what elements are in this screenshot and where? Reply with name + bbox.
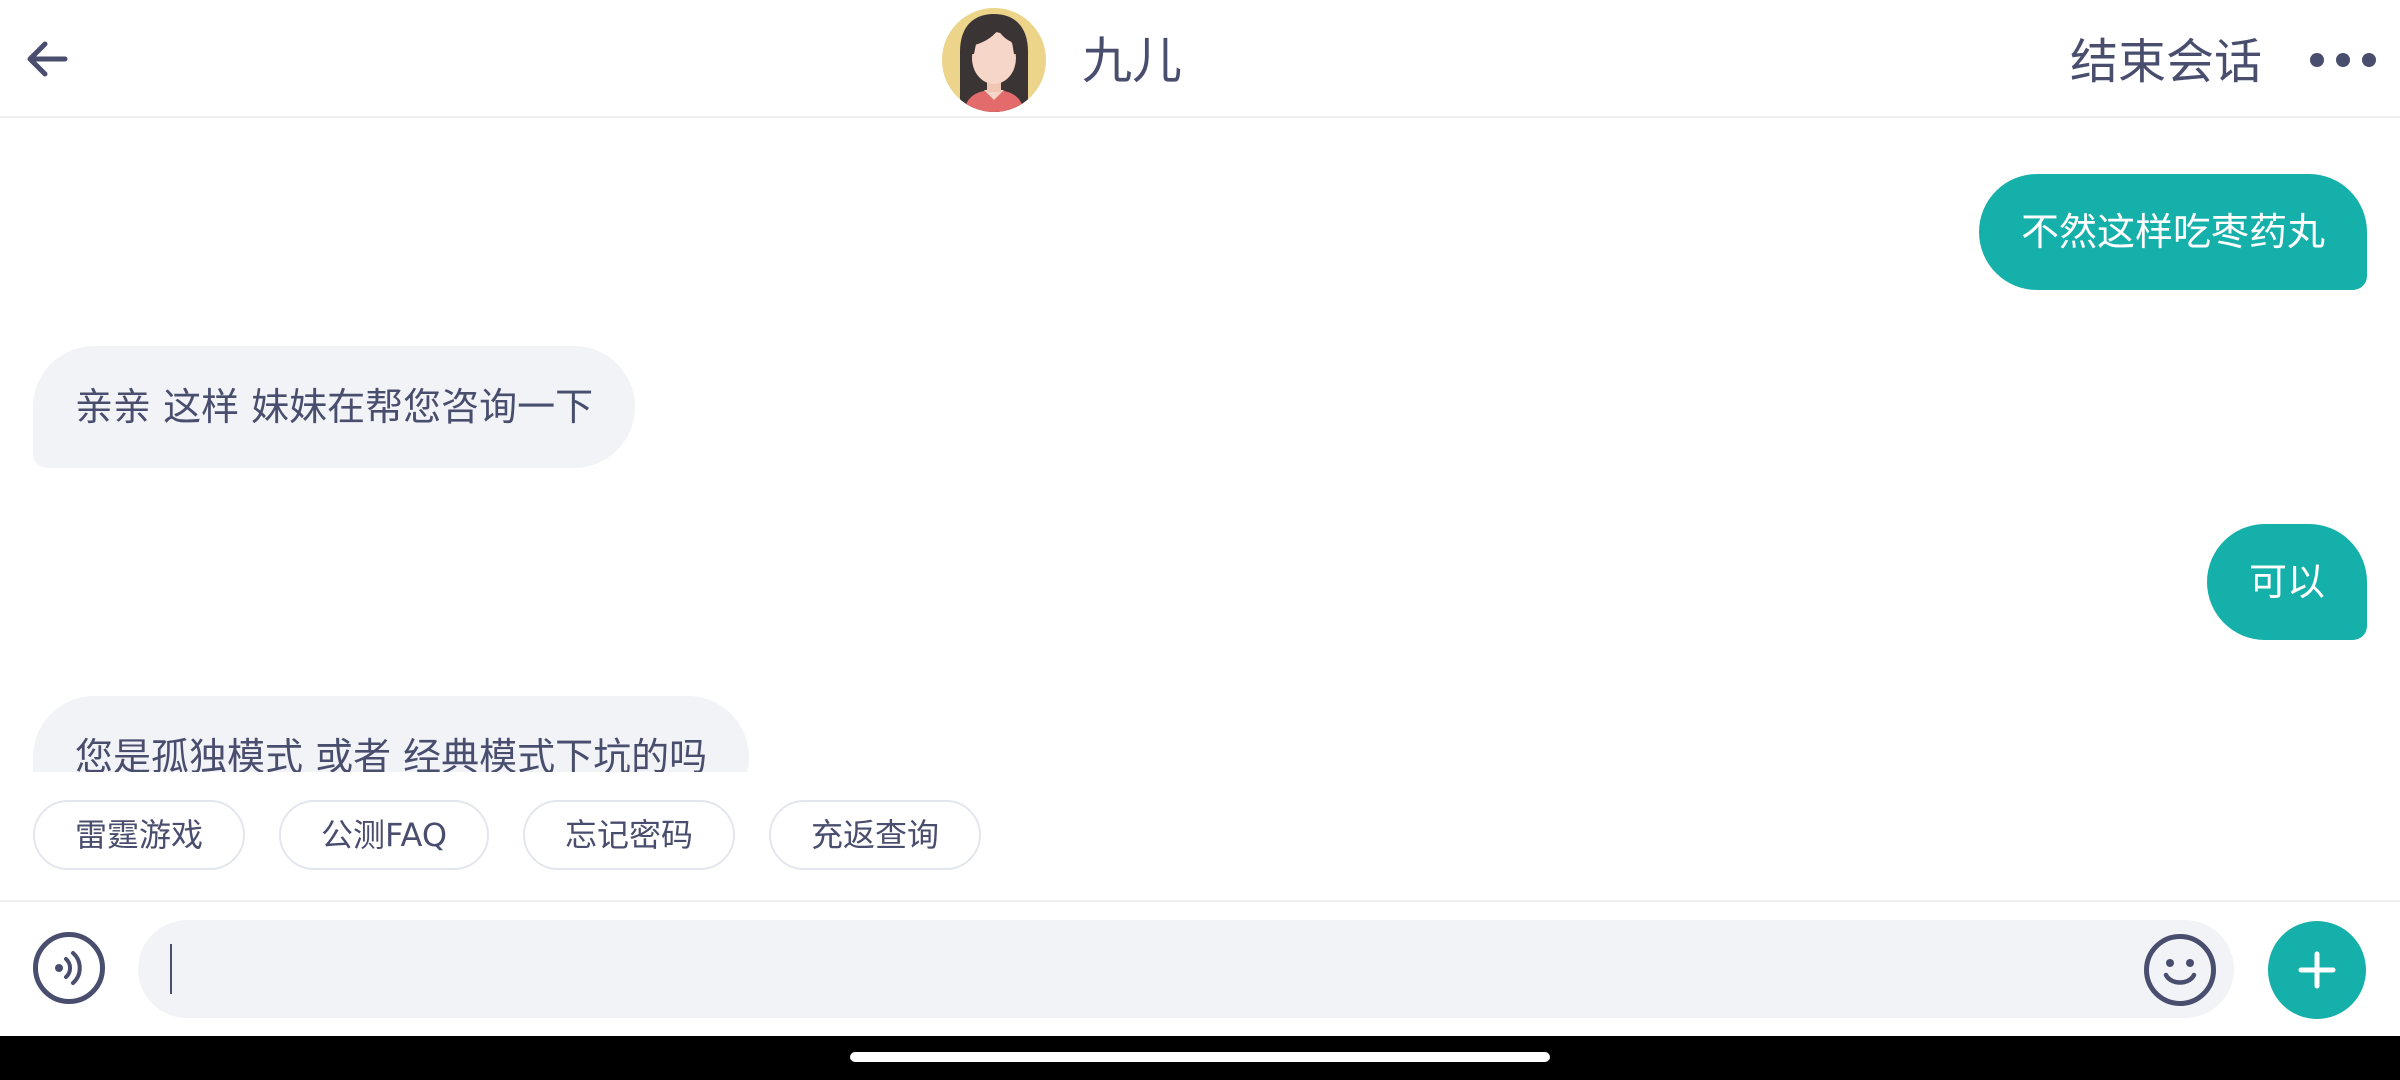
more-dot (2310, 53, 2324, 67)
message-list[interactable]: 不然这样吃枣药丸 亲亲 这样 妹妹在帮您咨询一下 可以 您是孤独模式 或者 经典… (0, 120, 2400, 772)
emoji-icon (2163, 959, 2197, 985)
more-dot (2362, 53, 2376, 67)
more-dot (2336, 53, 2350, 67)
outgoing-message[interactable]: 不然这样吃枣药丸 (1978, 174, 2367, 290)
plus-button[interactable] (2268, 921, 2366, 1019)
chat-header: 九儿 结束会话 (0, 0, 2400, 118)
emoji-button[interactable] (2144, 934, 2216, 1006)
text-caret (170, 944, 172, 994)
more-button[interactable] (2310, 40, 2376, 80)
avatar[interactable] (942, 8, 1046, 112)
girl-avatar-icon (942, 8, 1046, 112)
quick-reply-chip[interactable]: 雷霆游戏 (33, 800, 246, 870)
back-button[interactable] (22, 28, 72, 90)
home-indicator[interactable] (850, 1052, 1550, 1062)
quick-reply-chip[interactable]: 公测FAQ (279, 800, 490, 870)
plus-icon (2298, 951, 2336, 989)
arrow-left-icon (27, 41, 68, 77)
input-divider (0, 900, 2400, 902)
end-session-button[interactable]: 结束会话 (2070, 30, 2262, 94)
quick-reply-chip[interactable]: 充返查询 (769, 800, 982, 870)
incoming-message[interactable]: 亲亲 这样 妹妹在帮您咨询一下 (33, 346, 636, 468)
contact-name: 九儿 (1082, 32, 1182, 90)
quick-reply-chip[interactable]: 忘记密码 (523, 800, 736, 870)
message-input[interactable] (138, 920, 2234, 1018)
incoming-message[interactable]: 您是孤独模式 或者 经典模式下坑的吗 (33, 696, 750, 772)
system-navigation-bar (0, 1036, 2400, 1080)
outgoing-message[interactable]: 可以 (2206, 524, 2367, 640)
voice-input-icon (55, 951, 82, 985)
quick-reply-bar: 雷霆游戏 公测FAQ 忘记密码 充返查询 (33, 800, 982, 872)
chat-screen: 九儿 结束会话 不然这样吃枣药丸 亲亲 这样 妹妹在帮您咨询一下 可以 您是孤独… (0, 0, 2400, 1080)
voice-input-button[interactable] (33, 932, 105, 1004)
